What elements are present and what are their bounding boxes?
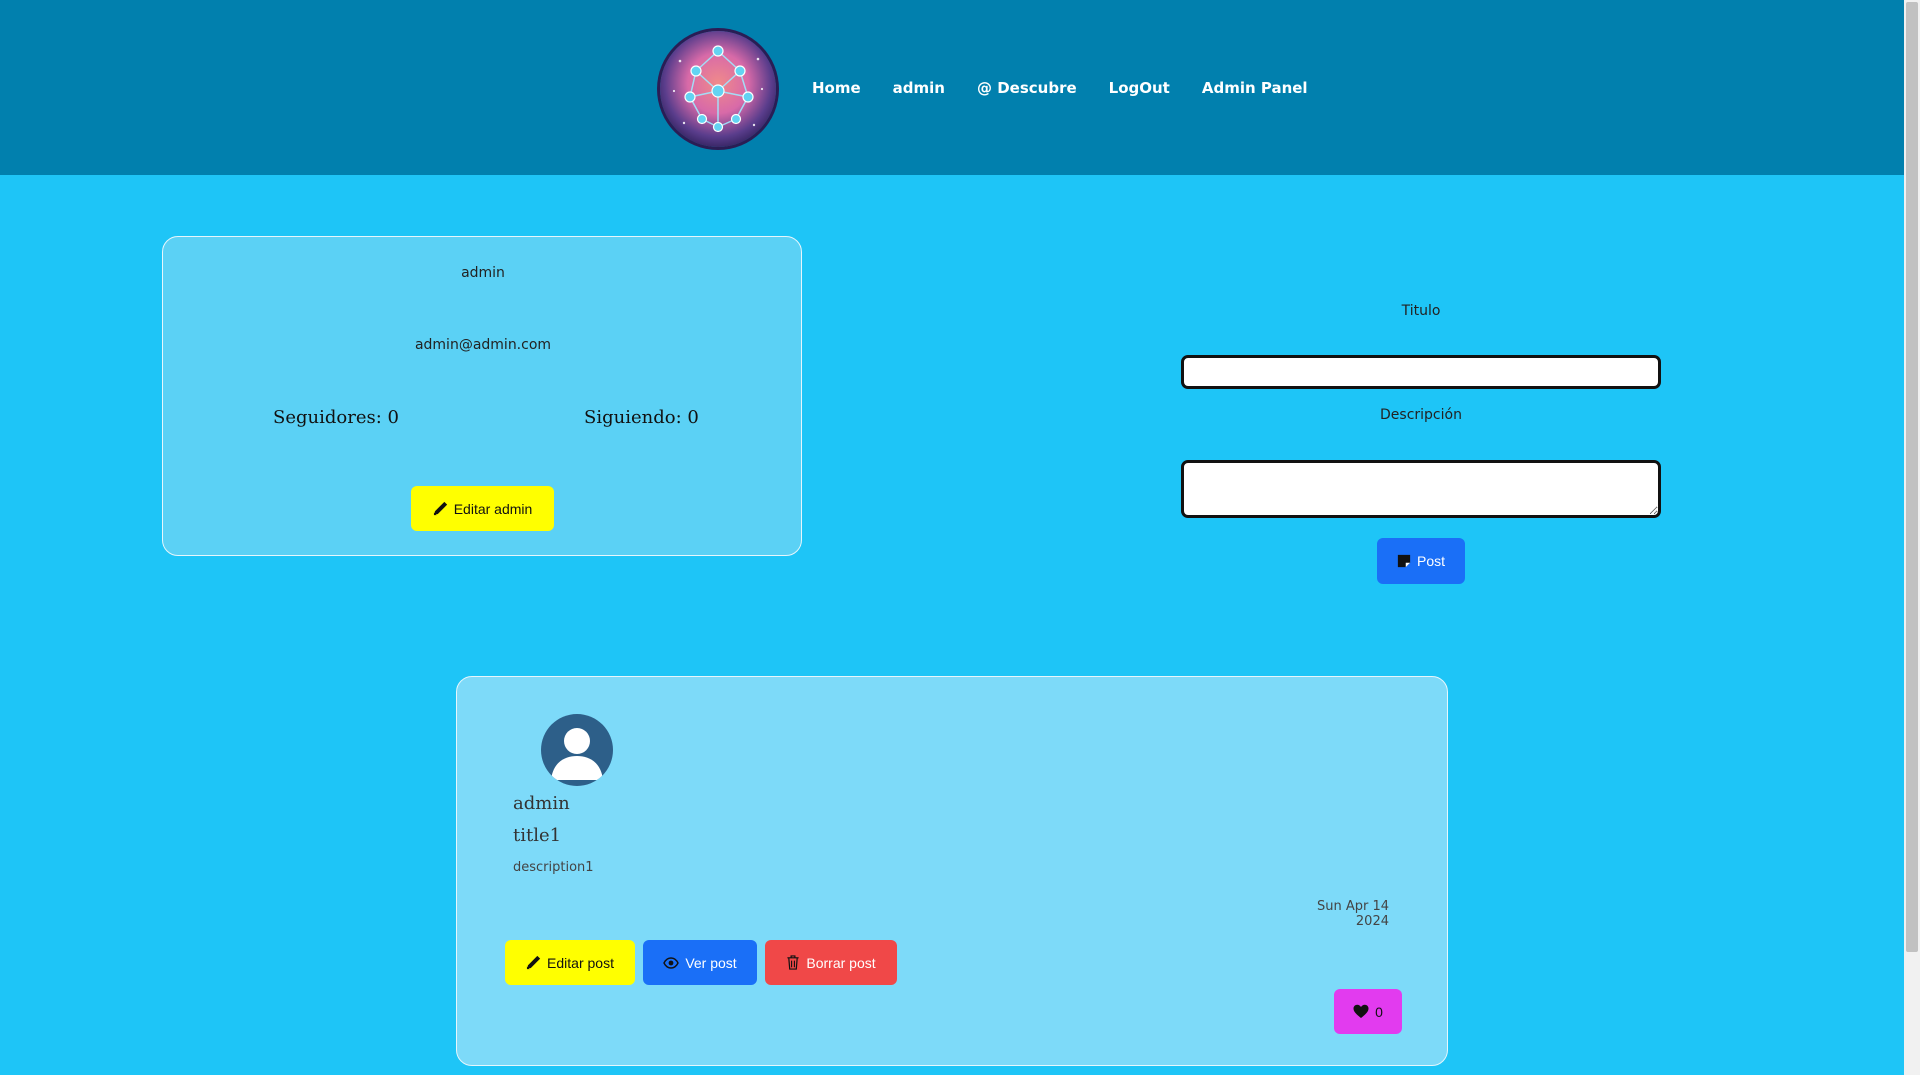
view-post-label: Ver post	[685, 954, 737, 971]
pencil-icon	[433, 501, 447, 516]
user-avatar-icon[interactable]	[541, 714, 613, 786]
post-description: description1	[513, 860, 594, 875]
profile-card: admin admin@admin.com Seguidores: 0 Sigu…	[162, 236, 802, 556]
nav-link-admin-panel[interactable]: Admin Panel	[1202, 76, 1308, 100]
submit-post-button[interactable]: Post	[1377, 538, 1465, 584]
edit-post-label: Editar post	[547, 954, 614, 971]
trash-icon	[787, 955, 799, 970]
eye-icon	[663, 956, 680, 969]
edit-profile-label: Editar admin	[453, 500, 533, 517]
page-scrollbar[interactable]	[1904, 0, 1920, 1075]
navbar: Home admin @ Descubre LogOut Admin Panel	[0, 0, 1904, 175]
post-card: admin title1 description1 Sun Apr 14 202…	[456, 676, 1448, 1066]
edit-profile-button[interactable]: Editar admin	[411, 486, 554, 531]
logo-graphic	[672, 45, 764, 133]
delete-post-label: Borrar post	[806, 954, 876, 971]
post-date: Sun Apr 14 2024	[1316, 899, 1389, 929]
heart-icon	[1353, 1004, 1369, 1018]
pencil-icon	[526, 955, 541, 970]
avatar-graphic	[551, 728, 603, 780]
followers-count[interactable]: Seguidores: 0	[273, 407, 399, 428]
network-globe-logo[interactable]	[660, 31, 776, 147]
nav-menu: Home admin @ Descubre LogOut Admin Panel	[812, 76, 1340, 100]
title-input[interactable]	[1181, 355, 1661, 389]
sticky-note-icon	[1397, 554, 1411, 568]
view-post-button[interactable]: Ver post	[643, 940, 757, 985]
profile-username: admin	[461, 265, 505, 281]
edit-post-button[interactable]: Editar post	[505, 940, 635, 985]
description-label: Descripción	[1380, 407, 1462, 423]
nav-link-profile[interactable]: admin	[893, 76, 945, 100]
scrollbar-thumb[interactable]	[1906, 2, 1918, 952]
description-textarea[interactable]	[1181, 460, 1661, 518]
post-title: title1	[513, 825, 562, 846]
like-button[interactable]: 0	[1334, 989, 1402, 1034]
submit-post-label: Post	[1416, 553, 1445, 569]
nav-link-descubre[interactable]: @ Descubre	[977, 76, 1077, 100]
nav-link-home[interactable]: Home	[812, 76, 861, 100]
title-label: Titulo	[1401, 303, 1441, 319]
like-count: 0	[1375, 1003, 1383, 1020]
delete-post-button[interactable]: Borrar post	[765, 940, 897, 985]
nav-link-logout[interactable]: LogOut	[1109, 76, 1170, 100]
post-author[interactable]: admin	[513, 793, 570, 814]
following-count[interactable]: Siguiendo: 0	[584, 407, 699, 428]
profile-email: admin@admin.com	[414, 337, 552, 353]
